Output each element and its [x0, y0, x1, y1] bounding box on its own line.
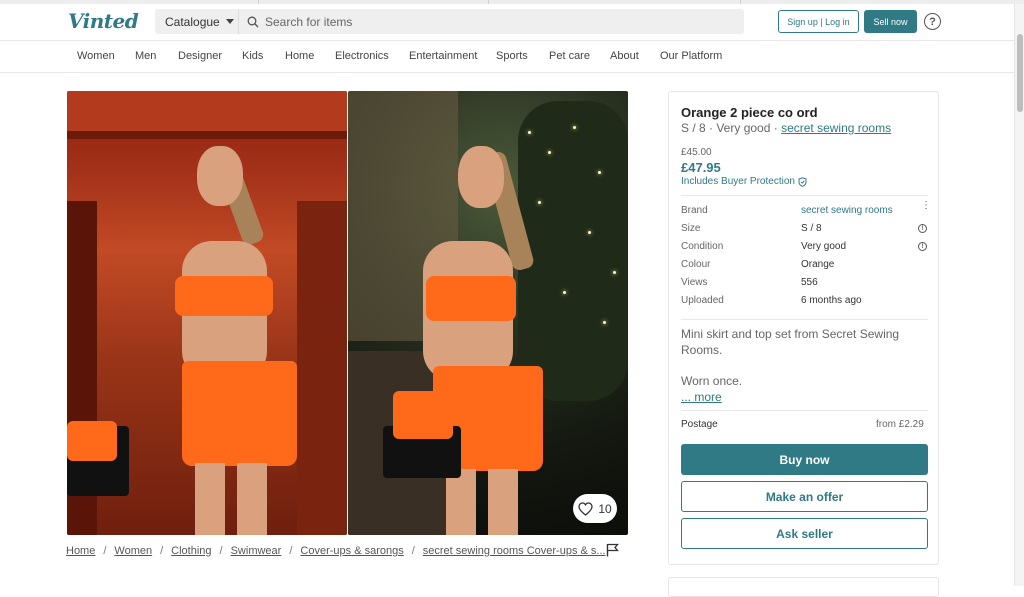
item-summary: S / 8 · Very good · secret sewing rooms — [681, 121, 891, 135]
detail-row-size: Size S / 8 ! — [681, 223, 928, 237]
detail-value: 6 months ago — [801, 295, 862, 306]
caret-down-icon — [225, 19, 234, 24]
seller-card — [668, 577, 939, 597]
divider — [681, 319, 928, 320]
make-offer-button[interactable]: Make an offer — [681, 481, 928, 512]
detail-row-brand: Brand secret sewing rooms ⋮ — [681, 201, 931, 219]
detail-row-condition: Condition Very good ! — [681, 241, 928, 255]
nav-sports[interactable]: Sports — [496, 50, 528, 62]
postage-label: Postage — [681, 419, 718, 430]
description-more-link[interactable]: ... more — [681, 390, 722, 404]
breadcrumb-home[interactable]: Home — [66, 545, 95, 557]
item-title: Orange 2 piece co ord — [681, 105, 818, 120]
photo-beam — [67, 131, 347, 139]
category-nav: Women Men Designer Kids Home Electronics… — [0, 41, 1014, 73]
nav-women[interactable]: Women — [77, 50, 115, 62]
info-icon[interactable]: ! — [918, 242, 927, 251]
photo-leg — [237, 463, 267, 535]
nav-entertainment[interactable]: Entertainment — [409, 50, 477, 62]
report-flag-icon[interactable] — [606, 543, 619, 557]
nav-designer[interactable]: Designer — [178, 50, 222, 62]
info-icon[interactable]: ! — [918, 224, 927, 233]
nav-our-platform[interactable]: Our Platform — [660, 50, 722, 62]
photo-skirt — [182, 361, 297, 466]
ask-seller-button[interactable]: Ask seller — [681, 518, 928, 549]
item-photo-2[interactable] — [348, 91, 628, 535]
photo-tree — [518, 101, 628, 401]
brand-link[interactable]: secret sewing rooms — [781, 121, 891, 135]
more-options-icon[interactable]: ⋮ — [921, 201, 931, 211]
detail-label: Uploaded — [681, 295, 724, 306]
breadcrumb-clothing[interactable]: Clothing — [171, 545, 211, 557]
breadcrumb-cover-ups[interactable]: Cover-ups & sarongs — [300, 545, 403, 557]
favourite-button[interactable]: 10 — [573, 494, 617, 523]
nav-men[interactable]: Men — [135, 50, 156, 62]
sell-now-button[interactable]: Sell now — [864, 10, 917, 33]
nav-kids[interactable]: Kids — [242, 50, 263, 62]
photo-leg — [195, 463, 225, 535]
photo-bag-orange — [67, 421, 117, 461]
heart-icon — [578, 501, 593, 516]
breadcrumb: Home / Women / Clothing / Swimwear / Cov… — [66, 545, 606, 557]
detail-label: Size — [681, 223, 701, 234]
breadcrumb-brand-cover-ups[interactable]: secret sewing rooms Cover-ups & s... — [423, 545, 606, 557]
photo-head — [458, 146, 504, 208]
photo-leg — [488, 469, 518, 535]
search-field[interactable] — [239, 9, 744, 34]
item-details-card: Orange 2 piece co ord S / 8 · Very good … — [668, 91, 939, 565]
detail-value: 556 — [801, 277, 818, 288]
size-condition-text: S / 8 · Very good · — [681, 121, 782, 135]
item-price: £45.00 — [681, 147, 712, 158]
photo-top — [175, 276, 273, 316]
vinted-logo[interactable]: Vinted — [68, 9, 139, 33]
detail-label: Condition — [681, 241, 724, 252]
photo-top — [426, 276, 516, 321]
help-icon[interactable]: ? — [924, 13, 941, 30]
detail-row-views: Views 556 — [681, 277, 928, 291]
buy-now-button[interactable]: Buy now — [681, 444, 928, 475]
favourites-count: 10 — [598, 501, 612, 516]
item-photo-1[interactable] — [67, 91, 347, 535]
search-icon — [247, 16, 259, 27]
nav-home[interactable]: Home — [285, 50, 314, 62]
item-price-with-protection: £47.95 — [681, 160, 721, 175]
nav-electronics[interactable]: Electronics — [335, 50, 389, 62]
detail-value-brand[interactable]: secret sewing rooms — [801, 205, 893, 216]
detail-row-colour: Colour Orange — [681, 259, 928, 273]
detail-label: Brand — [681, 205, 708, 216]
search-bar: Catalogue — [155, 9, 744, 34]
detail-label: Views — [681, 277, 708, 288]
breadcrumb-women[interactable]: Women — [114, 545, 152, 557]
photo-leg — [446, 469, 476, 535]
signup-login-button[interactable]: Sign up | Log in — [778, 10, 859, 33]
catalogue-dropdown[interactable]: Catalogue — [155, 9, 239, 34]
catalogue-label: Catalogue — [165, 14, 220, 29]
photo-railing — [297, 201, 347, 535]
site-header: Vinted Catalogue Sign up | Log in Sell n… — [0, 4, 1014, 41]
divider — [681, 410, 928, 411]
detail-value: Very good — [801, 241, 847, 252]
detail-label: Colour — [681, 259, 711, 270]
photo-head — [197, 146, 243, 206]
detail-value: Orange — [801, 259, 835, 270]
divider — [681, 195, 928, 196]
shield-icon — [798, 176, 807, 187]
postage-value: from £2.29 — [876, 419, 924, 430]
detail-row-uploaded: Uploaded 6 months ago — [681, 295, 928, 309]
nav-pet-care[interactable]: Pet care — [549, 50, 590, 62]
search-input[interactable] — [265, 14, 705, 29]
description-line: Mini skirt and top set from Secret Sewin… — [681, 327, 900, 357]
buyer-protection-link[interactable]: Includes Buyer Protection — [681, 176, 807, 187]
scrollbar-thumb[interactable] — [1017, 34, 1023, 112]
page-scrollbar[interactable] — [1014, 4, 1024, 586]
detail-value: S / 8 — [801, 223, 822, 234]
photo-roof — [67, 91, 347, 131]
breadcrumb-swimwear[interactable]: Swimwear — [231, 545, 282, 557]
description-line: Worn once. — [681, 374, 743, 388]
item-description: Mini skirt and top set from Secret Sewin… — [681, 326, 916, 389]
buyer-protection-label: Includes Buyer Protection — [681, 176, 795, 187]
photo-bag-orange — [393, 391, 453, 439]
nav-about[interactable]: About — [610, 50, 639, 62]
